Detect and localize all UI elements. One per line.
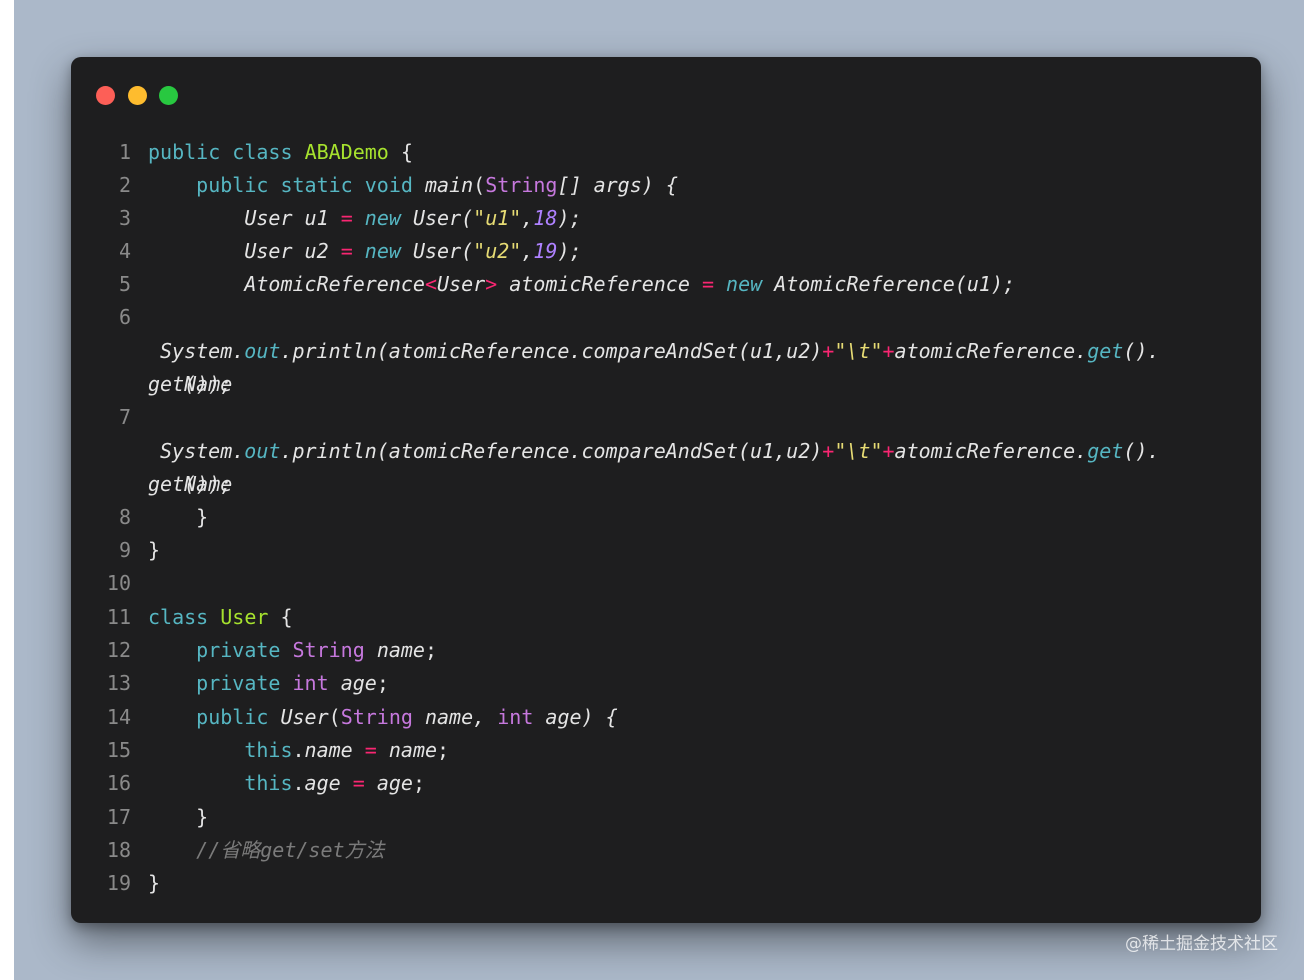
- code-line: 8 }: [71, 501, 1261, 534]
- code-line-wrapped: getName ());: [71, 468, 1261, 501]
- code-line: 13 private int age;: [71, 667, 1261, 700]
- code-text: this.name = name;: [244, 738, 450, 762]
- line-number: 17: [106, 805, 131, 829]
- line-number: 10: [106, 571, 131, 595]
- code-line: 7: [71, 401, 1261, 434]
- line-number: 18: [106, 838, 131, 862]
- code-line: 2 public static void main(String[] args)…: [71, 169, 1261, 202]
- code-text: this.age = age;: [244, 771, 425, 795]
- line-number: 1: [118, 140, 131, 164]
- code-line: 11 class User {: [71, 601, 1261, 634]
- code-text: public User(String name, int age) {: [196, 705, 618, 729]
- line-number: 2: [118, 173, 131, 197]
- line-number: 4: [118, 239, 131, 263]
- code-line: 4 User u2 = new User("u2",19);: [71, 235, 1261, 268]
- line-number: 14: [106, 705, 131, 729]
- code-line: 14 public User(String name, int age) {: [71, 701, 1261, 734]
- maximize-dot-icon: [159, 86, 178, 105]
- line-number: 3: [118, 206, 131, 230]
- code-comment: //省略get/set方法: [196, 838, 385, 862]
- code-line-wrapped: getName ());: [71, 368, 1261, 401]
- line-number: 16: [106, 771, 131, 795]
- code-line: 10: [71, 567, 1261, 600]
- code-text: System.out.println(atomicReference.compa…: [160, 339, 1160, 363]
- code-line: 5 AtomicReference<User> atomicReference …: [71, 268, 1261, 301]
- code-line: 17 }: [71, 801, 1261, 834]
- watermark: @稀土掘金技术社区: [1125, 934, 1278, 954]
- code-line: 19 }: [71, 867, 1261, 900]
- close-dot-icon: [96, 86, 115, 105]
- code-text: class User {: [148, 605, 293, 629]
- line-number: 8: [118, 505, 131, 529]
- code-text: User u1 = new User("u1",18);: [244, 206, 582, 230]
- line-number: 5: [118, 272, 131, 296]
- code-text-overlap: ());: [184, 472, 233, 496]
- line-number: 13: [106, 671, 131, 695]
- code-text: User u2 = new User("u2",19);: [244, 239, 582, 263]
- line-number: 6: [118, 305, 131, 329]
- code-line: 6: [71, 301, 1261, 334]
- code-text: private String name;: [196, 638, 438, 662]
- code-line: 9 }: [71, 534, 1261, 567]
- code-line-wrapped: System.out.println(atomicReference.compa…: [71, 335, 1261, 368]
- code-text: }: [196, 805, 209, 829]
- code-text: private int age;: [196, 671, 389, 695]
- line-number: 7: [118, 405, 131, 429]
- minimize-dot-icon: [128, 86, 147, 105]
- code-text: }: [148, 538, 161, 562]
- code-text: System.out.println(atomicReference.compa…: [160, 439, 1160, 463]
- code-text: AtomicReference<User> atomicReference = …: [244, 272, 1016, 296]
- code-text: public static void main(String[] args) {: [196, 173, 678, 197]
- code-line: 1 public class ABADemo {: [71, 136, 1261, 169]
- code-text: }: [148, 871, 161, 895]
- code-text: //省略get/set方法: [148, 834, 385, 867]
- code-line: 12 private String name;: [71, 634, 1261, 667]
- code-window: 1 public class ABADemo { 2 public static…: [71, 57, 1261, 923]
- line-number: 15: [106, 738, 131, 762]
- code-line: 16 this.age = age;: [71, 767, 1261, 800]
- line-number: 19: [106, 871, 131, 895]
- code-text: }: [196, 505, 209, 529]
- code-text-overlap: ());: [184, 372, 233, 396]
- code-text: public class ABADemo {: [148, 140, 413, 164]
- line-number: 9: [118, 538, 131, 562]
- code-line: 3 User u1 = new User("u1",18);: [71, 202, 1261, 235]
- line-number: 12: [106, 638, 131, 662]
- code-line: 18 //省略get/set方法: [71, 834, 1261, 867]
- line-number: 11: [106, 605, 131, 629]
- code-line: 15 this.name = name;: [71, 734, 1261, 767]
- code-line-wrapped: System.out.println(atomicReference.compa…: [71, 435, 1261, 468]
